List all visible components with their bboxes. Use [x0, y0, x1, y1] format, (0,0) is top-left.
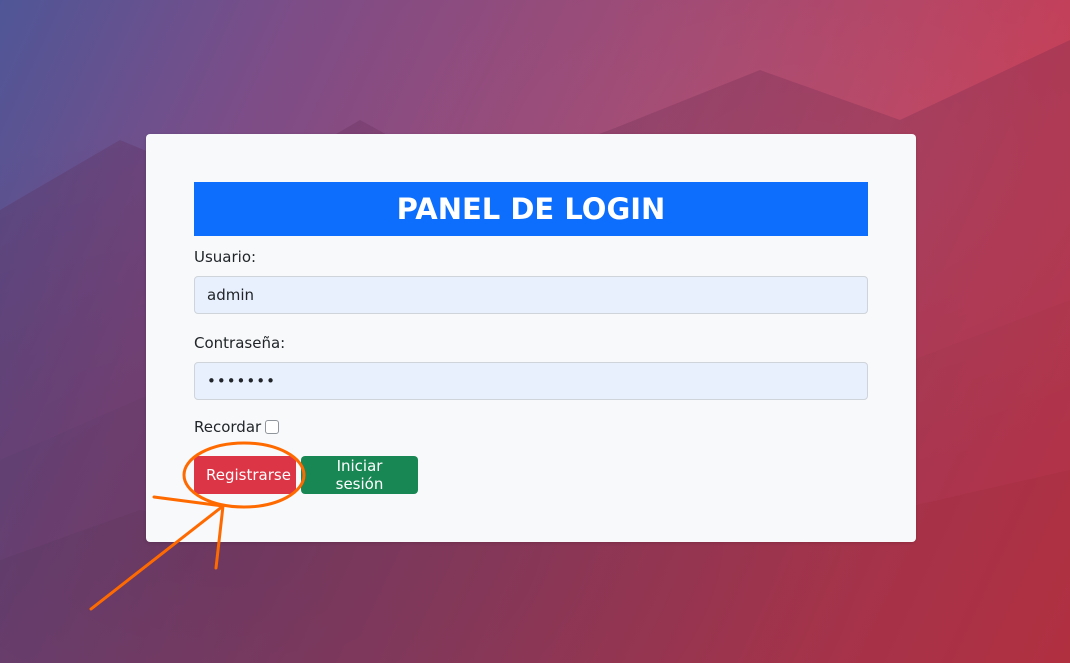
password-input[interactable]: [194, 362, 868, 400]
login-button[interactable]: Iniciar sesión: [301, 456, 418, 494]
panel-title: PANEL DE LOGIN: [194, 182, 868, 236]
remember-row: Recordar: [194, 418, 280, 436]
register-button[interactable]: Registrarse: [194, 456, 296, 494]
login-card: PANEL DE LOGIN Usuario: Contraseña: Reco…: [146, 134, 916, 542]
password-label: Contraseña:: [194, 334, 286, 352]
username-label: Usuario:: [194, 248, 257, 266]
remember-label: Recordar: [194, 418, 262, 436]
remember-checkbox[interactable]: [265, 420, 280, 434]
username-input[interactable]: [194, 276, 868, 314]
